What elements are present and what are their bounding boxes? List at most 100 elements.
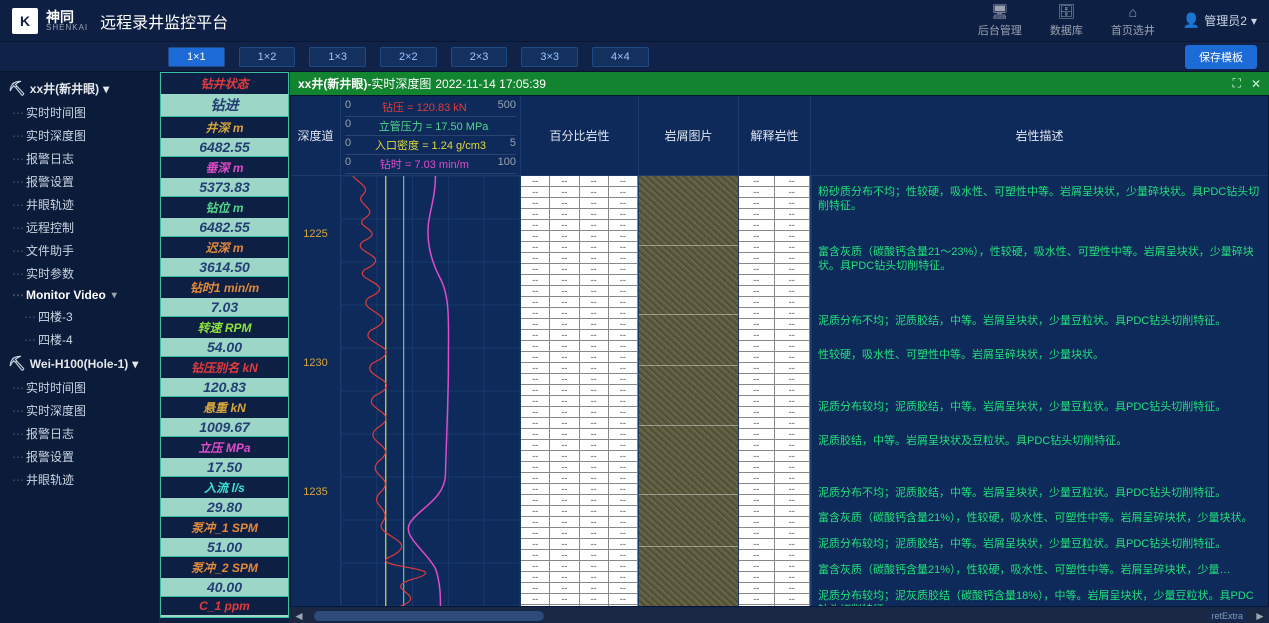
lithology-cell: -- xyxy=(739,528,775,539)
lithology-cell: -- xyxy=(775,275,811,286)
lithology-cell: -- xyxy=(775,352,811,363)
user-icon: 👤 xyxy=(1183,12,1200,29)
fullscreen-icon[interactable]: ⛶ xyxy=(1233,76,1241,91)
lithology-cell: -- xyxy=(521,297,550,308)
lithology-cell: -- xyxy=(521,220,550,231)
lithology-cell: -- xyxy=(580,319,609,330)
cuttings-photo xyxy=(639,176,738,606)
lithology-cell: -- xyxy=(775,462,811,473)
lithology-cell: -- xyxy=(739,451,775,462)
param-label: 入流 l/s xyxy=(161,477,288,498)
param-value: 6482.55 xyxy=(161,218,288,236)
lithology-cell: -- xyxy=(550,242,579,253)
param-block: 泵冲_1 SPM51.00 xyxy=(160,517,289,557)
lithology-cell: -- xyxy=(609,495,638,506)
user-menu[interactable]: 👤 管理员2 ▾ xyxy=(1183,12,1257,29)
lithology-cell: -- xyxy=(609,517,638,528)
lithology-cell: -- xyxy=(550,308,579,319)
lithology-cell: -- xyxy=(775,231,811,242)
lithology-cell: -- xyxy=(550,341,579,352)
lithology-cell: -- xyxy=(550,220,579,231)
lithology-cell: -- xyxy=(739,462,775,473)
scroll-thumb[interactable] xyxy=(314,611,544,621)
lithology-cell: -- xyxy=(521,506,550,517)
lithology-cell: -- xyxy=(580,473,609,484)
tree2-wellbore-traj[interactable]: 井眼轨迹 xyxy=(0,468,159,491)
lithology-cell: -- xyxy=(739,418,775,429)
tree-wellbore-traj[interactable]: 井眼轨迹 xyxy=(0,193,159,216)
layout-1x1[interactable]: 1×1 xyxy=(168,47,225,67)
lithology-cell: -- xyxy=(550,495,579,506)
lithology-cell: -- xyxy=(609,583,638,594)
lithology-cell: -- xyxy=(739,231,775,242)
lithology-cell: -- xyxy=(739,550,775,561)
layout-1x2[interactable]: 1×2 xyxy=(239,47,296,67)
tree-video-2[interactable]: 四楼-4 xyxy=(0,328,159,351)
tree-file-helper[interactable]: 文件助手 xyxy=(0,239,159,262)
lithology-cell: -- xyxy=(550,363,579,374)
tree-realtime-depth[interactable]: 实时深度图 xyxy=(0,124,159,147)
tree-alarm-setting[interactable]: 报警设置 xyxy=(0,170,159,193)
lithology-cell: -- xyxy=(550,176,579,187)
layout-3x3[interactable]: 3×3 xyxy=(521,47,578,67)
lithology-cell: -- xyxy=(775,286,811,297)
scroll-right-icon[interactable]: ► xyxy=(1251,609,1269,623)
lithology-cell: -- xyxy=(580,330,609,341)
lithology-cell: -- xyxy=(521,385,550,396)
topmenu-admin[interactable]: 🖥 后台管理 xyxy=(978,3,1022,38)
lithology-cell: -- xyxy=(739,242,775,253)
lithology-cell: -- xyxy=(775,451,811,462)
lithology-cell: -- xyxy=(775,198,811,209)
tree2-alarm-setting[interactable]: 报警设置 xyxy=(0,445,159,468)
tree2-alarm-log[interactable]: 报警日志 xyxy=(0,422,159,445)
tree-realtime-params[interactable]: 实时参数 xyxy=(0,262,159,285)
layout-4x4[interactable]: 4×4 xyxy=(592,47,649,67)
lithology-cell: -- xyxy=(580,187,609,198)
tree-remote-control[interactable]: 远程控制 xyxy=(0,216,159,239)
param-block: 迟深 m3614.50 xyxy=(160,237,289,277)
chart-hscroll[interactable]: ◄ retExtra ► xyxy=(290,607,1269,623)
tree-realtime-time[interactable]: 实时时间图 xyxy=(0,101,159,124)
tree-monitor-video[interactable]: Monitor Video ▾ xyxy=(0,285,159,305)
tree-video-1[interactable]: 四楼-3 xyxy=(0,305,159,328)
lithology-cell: -- xyxy=(609,264,638,275)
lithology-cell: -- xyxy=(739,429,775,440)
lithology-cell: -- xyxy=(609,330,638,341)
topmenu-database[interactable]: 🗄 数据库 xyxy=(1050,3,1083,38)
lithology-cell: -- xyxy=(550,528,579,539)
layout-1x3[interactable]: 1×3 xyxy=(309,47,366,67)
well-node-1[interactable]: ⛏ xx井(新井眼) ▾ xyxy=(0,76,159,101)
lithology-desc-label: 岩性描述 xyxy=(811,96,1268,176)
save-template-button[interactable]: 保存模板 xyxy=(1185,45,1257,69)
lithology-cell: -- xyxy=(739,407,775,418)
lithology-cell: -- xyxy=(775,407,811,418)
tree2-realtime-depth[interactable]: 实时深度图 xyxy=(0,399,159,422)
tree-alarm-log[interactable]: 报警日志 xyxy=(0,147,159,170)
lithology-cell: -- xyxy=(521,407,550,418)
lithology-cell: -- xyxy=(609,242,638,253)
lithology-cell: -- xyxy=(775,506,811,517)
layout-2x2[interactable]: 2×2 xyxy=(380,47,437,67)
lithology-cell: -- xyxy=(775,308,811,319)
param-label: C_1 ppm xyxy=(161,597,288,615)
topmenu-admin-label: 后台管理 xyxy=(978,22,1022,38)
lithology-cell: -- xyxy=(739,264,775,275)
chart-type: 实时深度图 xyxy=(371,75,431,92)
param-label: 井深 m xyxy=(161,117,288,138)
topmenu-home[interactable]: ⌂ 首页选井 xyxy=(1111,4,1155,38)
close-icon[interactable]: ✕ xyxy=(1251,77,1261,91)
layout-2x3[interactable]: 2×3 xyxy=(451,47,508,67)
depth-tick: 1225 xyxy=(291,228,340,240)
scroll-left-icon[interactable]: ◄ xyxy=(290,609,308,623)
tree2-realtime-time[interactable]: 实时时间图 xyxy=(0,376,159,399)
lithology-cell: -- xyxy=(580,484,609,495)
topbar: K 神同 SHENKAI 远程录井监控平台 🖥 后台管理 🗄 数据库 ⌂ 首页选… xyxy=(0,0,1269,42)
param-label: 悬重 kN xyxy=(161,397,288,418)
derrick-icon: ⛏ xyxy=(8,355,26,372)
lithology-cell: -- xyxy=(580,264,609,275)
lithology-cell: -- xyxy=(739,473,775,484)
lithology-cell: -- xyxy=(550,418,579,429)
lithology-cell: -- xyxy=(550,572,579,583)
lithology-cell: -- xyxy=(609,440,638,451)
well-node-2[interactable]: ⛏ Wei-H100(Hole-1) ▾ xyxy=(0,351,159,376)
